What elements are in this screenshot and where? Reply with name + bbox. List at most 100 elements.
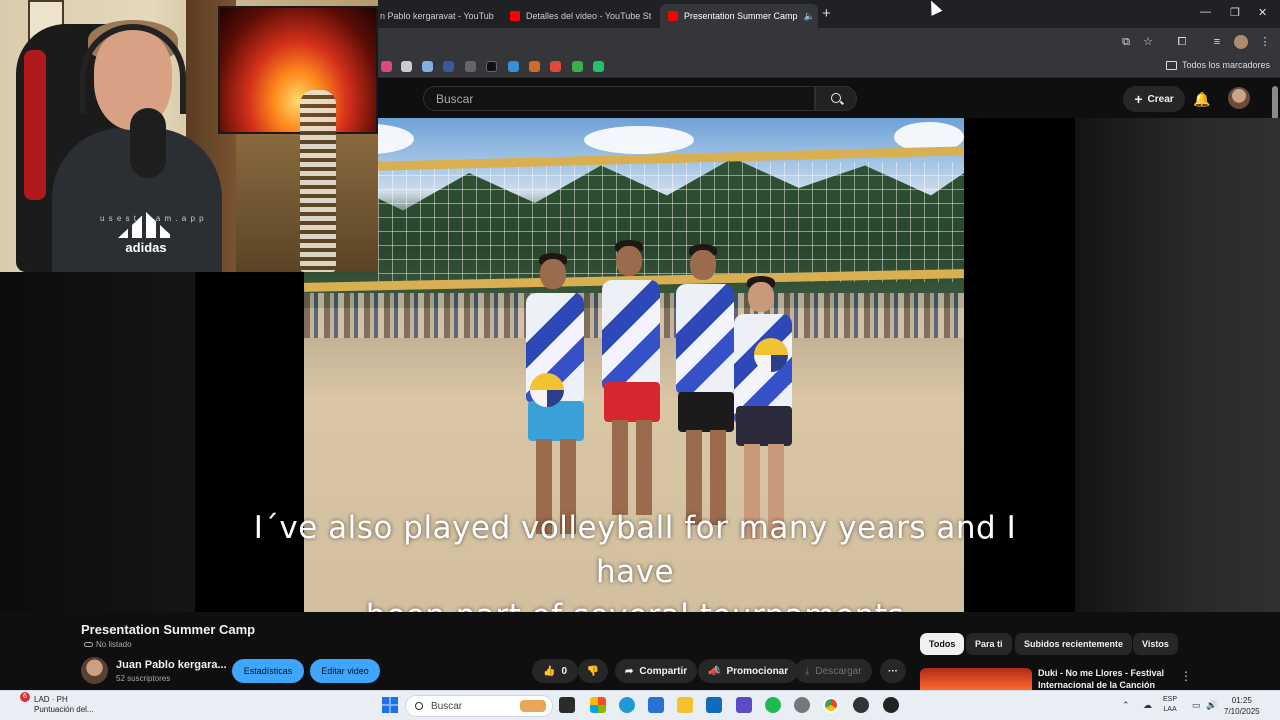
chrome-icon[interactable]: [823, 697, 839, 713]
browser-tab-details[interactable]: Detalles del video - YouTube St ✕: [502, 4, 658, 28]
speaker-icon: 🔈: [803, 10, 815, 21]
thumbs-down-icon: 👎: [586, 665, 600, 677]
store-icon[interactable]: [648, 697, 664, 713]
search-icon: [831, 93, 841, 103]
search-highlight-icon: [520, 700, 546, 712]
clock-time: 01:25: [1231, 696, 1252, 705]
recommended-options-icon[interactable]: ⋮: [1180, 669, 1192, 683]
thumbs-up-icon: 👍: [542, 665, 556, 677]
recommended-video-title[interactable]: Duki - No me Llores - Festival Internaci…: [1038, 667, 1168, 690]
youtube-favicon-icon: [510, 11, 520, 21]
tray-app-icon[interactable]: ☁: [1143, 700, 1152, 711]
bookmark-site-icon[interactable]: [443, 61, 454, 72]
copilot-icon[interactable]: [590, 697, 606, 713]
app-icon[interactable]: [736, 697, 752, 713]
new-tab-button[interactable]: +: [822, 5, 831, 22]
share-label: Compartir: [639, 665, 688, 677]
bookmark-site-icon[interactable]: [508, 61, 519, 72]
bookmark-site-icon[interactable]: [422, 61, 433, 72]
tab-label: Presentation Summer Camp: [684, 11, 798, 21]
app-icon[interactable]: [883, 697, 899, 713]
language-code: ESP: [1163, 696, 1178, 703]
taskbar-search[interactable]: Buscar: [405, 695, 553, 717]
bookmark-site-icon[interactable]: [529, 61, 540, 72]
bookmark-music-icon[interactable]: [381, 61, 392, 72]
windows-start-icon[interactable]: [382, 697, 398, 713]
taskbar-clock[interactable]: 01:25 7/10/2025: [1224, 695, 1260, 717]
all-bookmarks-button[interactable]: Todos los marcadores: [1165, 60, 1270, 70]
channel-avatar[interactable]: [81, 657, 108, 684]
bookmark-star-icon[interactable]: ☆: [1141, 35, 1155, 49]
stream-watermark: u s e s t r e a m . a p p: [100, 214, 205, 223]
browser-tab-channel[interactable]: n Pablo kergaravat - YouTub ✕: [372, 4, 502, 28]
statistics-button[interactable]: Estadísticas: [232, 659, 304, 683]
widget-line-2: Puntuación del...: [34, 705, 94, 714]
player-side-right: [1075, 118, 1280, 612]
edge-icon[interactable]: [619, 697, 635, 713]
bookmark-site-icon[interactable]: [486, 61, 497, 72]
notification-badge: 6: [20, 692, 30, 702]
browser-menu-icon[interactable]: ⋮: [1258, 35, 1272, 49]
wifi-icon[interactable]: ▭: [1192, 700, 1201, 711]
channel-name[interactable]: Juan Pablo kergara...: [116, 659, 227, 671]
volume-icon[interactable]: 🔊: [1206, 700, 1217, 711]
install-app-icon[interactable]: ⧉: [1119, 35, 1133, 49]
webcam-overlay: adidas u s e s t r e a m . a p p: [0, 0, 378, 272]
volleyball-net: [378, 162, 964, 282]
shirt-text: adidas: [125, 240, 167, 255]
bookmark-site-icon[interactable]: [572, 61, 583, 72]
settings-gear-icon[interactable]: [794, 697, 810, 713]
promote-button[interactable]: 📣 Promocionar: [698, 659, 799, 683]
chip-for-you[interactable]: Para ti: [966, 633, 1012, 655]
download-icon: ⤓: [805, 665, 810, 677]
maximize-icon[interactable]: ❐: [1230, 6, 1240, 19]
bookmark-site-icon[interactable]: [593, 61, 604, 72]
search-input[interactable]: Buscar: [423, 86, 815, 111]
bookmark-site-icon[interactable]: [401, 61, 412, 72]
subtitle-line-1: I´ve also played volleyball for many yea…: [253, 510, 1017, 590]
recommended-video-thumbnail[interactable]: [920, 668, 1032, 690]
extensions-icon[interactable]: ⧠: [1175, 35, 1189, 49]
minimize-icon[interactable]: —: [1200, 6, 1211, 18]
download-label: Descargar: [815, 665, 862, 677]
close-window-icon[interactable]: ✕: [1258, 6, 1267, 19]
input-language[interactable]: ESP LAA: [1163, 695, 1177, 715]
bookmark-site-icon[interactable]: [550, 61, 561, 72]
all-bookmarks-label: Todos los marcadores: [1181, 60, 1270, 70]
download-button[interactable]: ⤓ Descargar: [795, 659, 872, 683]
chip-watched[interactable]: Vistos: [1133, 633, 1178, 655]
obs-icon[interactable]: [853, 697, 869, 713]
search-button[interactable]: [815, 86, 857, 111]
account-avatar[interactable]: [1228, 87, 1250, 109]
task-view-icon[interactable]: [559, 697, 575, 713]
file-explorer-icon[interactable]: [677, 697, 693, 713]
media-controls-icon[interactable]: ≡: [1210, 35, 1224, 49]
notifications-bell-icon[interactable]: 🔔: [1193, 91, 1210, 108]
create-button[interactable]: + Crear: [1123, 86, 1185, 112]
browser-tab-active[interactable]: Presentation Summer Camp 🔈 ✕: [660, 4, 818, 28]
chip-recently-uploaded[interactable]: Subidos recientemente: [1015, 633, 1133, 655]
spotify-icon[interactable]: [765, 697, 781, 713]
edit-video-button[interactable]: Editar video: [310, 659, 380, 683]
microphone-icon: [130, 108, 166, 178]
like-count: 0: [561, 665, 567, 677]
chip-all[interactable]: Todos: [920, 633, 965, 655]
player-side-left: [0, 272, 195, 612]
more-actions-button[interactable]: ···: [880, 659, 906, 683]
youtube-favicon-icon: [668, 11, 678, 21]
tab-label: Detalles del video - YouTube St: [526, 11, 652, 21]
subscriber-count: 52 suscriptores: [116, 674, 171, 683]
video-title: Presentation Summer Camp: [81, 622, 256, 637]
bookmark-site-icon[interactable]: [465, 61, 476, 72]
share-arrow-icon: ➦: [625, 665, 634, 677]
cloud: [584, 126, 694, 154]
share-button[interactable]: ➦ Compartir: [615, 659, 698, 683]
tray-chevron-icon[interactable]: ⌃: [1122, 700, 1130, 711]
dislike-button[interactable]: 👎: [578, 659, 608, 683]
outlook-icon[interactable]: [706, 697, 722, 713]
profile-avatar-icon[interactable]: [1234, 35, 1248, 49]
promote-label: Promocionar: [726, 665, 789, 677]
like-button[interactable]: 👍 0: [532, 659, 578, 683]
skeleton-decoration: [300, 90, 336, 272]
tab-label: n Pablo kergaravat - YouTub: [380, 11, 494, 21]
